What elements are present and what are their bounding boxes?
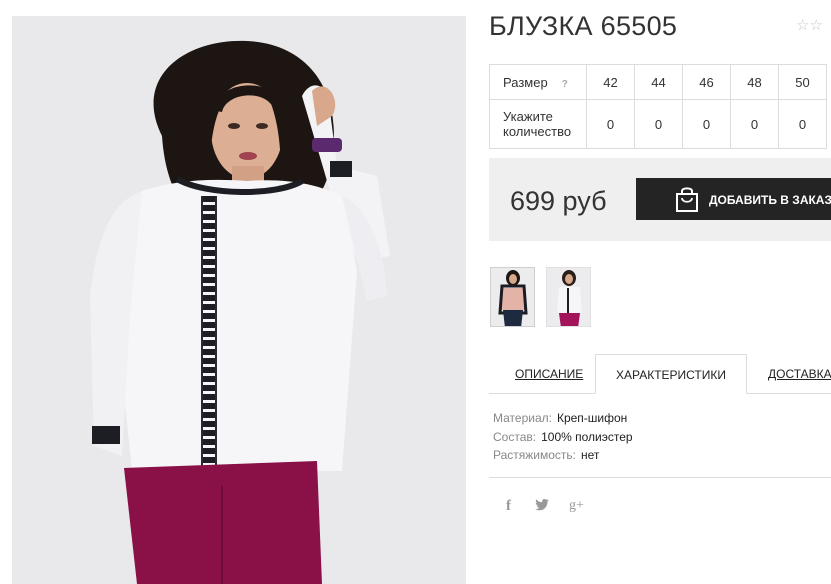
spec-key: Состав: (493, 429, 537, 444)
size-50: 50 (778, 64, 827, 100)
tab-description[interactable]: ОПИСАНИЕ (515, 354, 583, 394)
price-value: 699 руб (510, 186, 607, 216)
quantity-label: Укажите количество (489, 99, 587, 149)
facebook-icon[interactable]: f (506, 498, 511, 515)
tab-delivery[interactable]: ДОСТАВКА И (768, 354, 831, 394)
product-main-image[interactable] (12, 16, 466, 584)
spec-key: Материал: (493, 411, 552, 425)
quantity-input-44[interactable]: 0 (634, 99, 683, 149)
add-to-order-button[interactable]: ДОБАВИТЬ В ЗАКАЗ (636, 178, 831, 220)
divider (489, 477, 831, 478)
price-panel: 699 руб ДОБАВИТЬ В ЗАКАЗ (489, 158, 831, 241)
twitter-icon[interactable] (535, 498, 550, 514)
product-tabs: ОПИСАНИЕ ХАРАКТЕРИСТИКИ ДОСТАВКА И (489, 354, 831, 394)
size-46: 46 (682, 64, 731, 100)
size-header-cell: Размер? (489, 64, 587, 100)
spec-value: Креп-шифон (556, 411, 628, 425)
quantity-input-42[interactable]: 0 (586, 99, 635, 149)
rating-stars-icon[interactable]: ☆☆ (796, 16, 823, 34)
product-title: БЛУЗКА 65505 (489, 11, 678, 41)
quantity-row: Укажите количество 0 0 0 0 0 (489, 99, 827, 149)
tab-characteristics[interactable]: ХАРАКТЕРИСТИКИ (595, 354, 747, 394)
thumbnail-2[interactable] (546, 267, 591, 327)
spec-key: Растяжимость: (493, 448, 577, 462)
shopping-bag-icon (675, 186, 699, 215)
spec-row: Растяжимость: нет (493, 446, 633, 465)
thumbnail-1[interactable] (490, 267, 535, 327)
help-icon[interactable]: ? (562, 79, 568, 90)
size-row: Размер? 42 44 46 48 50 (489, 64, 827, 100)
characteristics-list: Материал: Креп-шифон Состав: 100% полиэсте… (493, 409, 633, 465)
quantity-input-50[interactable]: 0 (778, 99, 827, 149)
spec-row: Материал: Креп-шифон (493, 409, 633, 428)
quantity-input-46[interactable]: 0 (682, 99, 731, 149)
size-42: 42 (586, 64, 635, 100)
add-to-order-label: ДОБАВИТЬ В ЗАКАЗ (709, 193, 831, 207)
spec-row: Состав: 100% полиэстер (493, 428, 633, 447)
quantity-input-48[interactable]: 0 (730, 99, 779, 149)
spec-value: 100% полиэстер (541, 429, 633, 444)
google-plus-icon[interactable]: g+ (569, 498, 584, 514)
size-44: 44 (634, 64, 683, 100)
size-quantity-table: Размер? 42 44 46 48 50 Укажите количеств… (489, 64, 827, 149)
spec-value: нет (581, 448, 600, 462)
size-48: 48 (730, 64, 779, 100)
size-label: Размер (503, 74, 548, 90)
